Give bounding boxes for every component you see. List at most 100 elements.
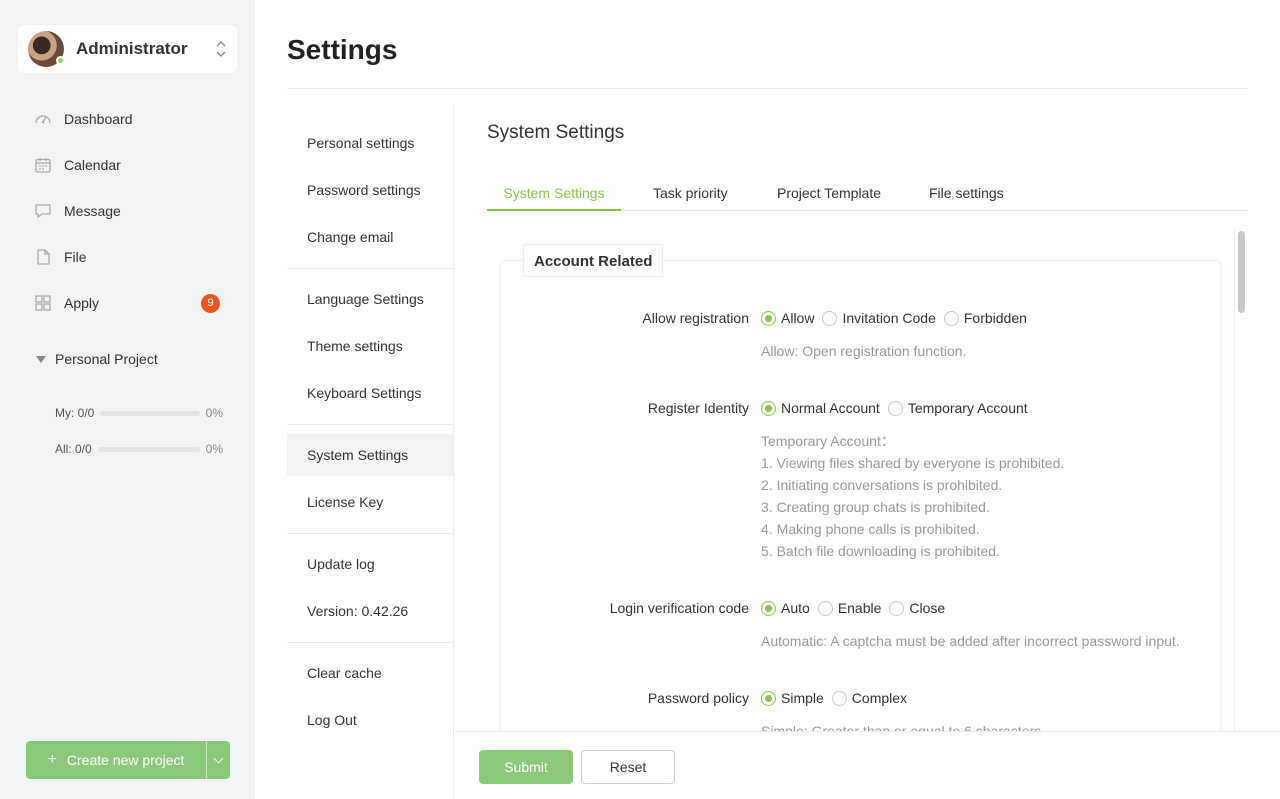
identity-hint-line: 2. Initiating conversations is prohibite… [761, 477, 1003, 493]
radio-circle [817, 600, 833, 616]
menu-item-personal-settings[interactable]: Personal settings [287, 122, 453, 164]
all-progress-percent: 0% [205, 442, 223, 456]
radio-label: Complex [851, 690, 908, 706]
radio-simple[interactable]: Simple [761, 690, 824, 706]
register-identity-radio-group: Normal Account Temporary Account [761, 400, 1036, 416]
menu-item-password-settings[interactable]: Password settings [287, 169, 453, 211]
radio-enable[interactable]: Enable [817, 600, 882, 616]
radio-close[interactable]: Close [889, 600, 945, 616]
radio-label: Forbidden [963, 310, 1027, 326]
calendar-icon [35, 158, 51, 173]
create-project-button[interactable]: + Create new project [26, 741, 206, 779]
radio-label: Invitation Code [842, 310, 936, 326]
menu-item-change-email[interactable]: Change email [287, 216, 453, 258]
my-progress-bar [100, 410, 200, 416]
personal-project-toggle[interactable]: Personal Project [36, 351, 158, 367]
menu-item-keyboard-settings[interactable]: Keyboard Settings [287, 372, 453, 414]
radio-complex[interactable]: Complex [831, 690, 908, 706]
scrollbar[interactable] [1234, 228, 1248, 731]
settings-tabs: System Settings Task priority Project Te… [487, 175, 1248, 211]
radio-label: Close [909, 600, 946, 616]
radio-allow[interactable]: Allow [761, 310, 814, 326]
radio-label: Enable [837, 600, 882, 616]
nav-label: Dashboard [64, 111, 133, 127]
all-progress: All: 0/0 0% [55, 441, 223, 457]
message-icon [35, 204, 51, 218]
radio-label: Temporary Account [907, 400, 1028, 416]
radio-normal-account[interactable]: Normal Account [761, 400, 880, 416]
identity-hint-line: 5. Batch file downloading is prohibited. [761, 543, 1000, 559]
main-nav: Dashboard Calendar Message File Apply 9 [26, 96, 226, 326]
menu-item-system-settings[interactable]: System Settings [287, 434, 453, 476]
my-progress: My: 0/0 0% [55, 405, 223, 421]
radio-forbidden[interactable]: Forbidden [943, 310, 1027, 326]
fieldset-legend: Account Related [523, 244, 664, 277]
radio-label: Normal Account [781, 400, 880, 416]
radio-circle [761, 690, 776, 706]
scrollbar-thumb[interactable] [1238, 231, 1245, 313]
nav-label: Calendar [64, 157, 121, 173]
nav-label: File [64, 249, 87, 265]
tab-system-settings[interactable]: System Settings [487, 175, 621, 211]
radio-invitation-code[interactable]: Invitation Code [822, 310, 936, 326]
allow-registration-radio-group: Allow Invitation Code Forbidden [761, 310, 1035, 326]
menu-item-language-settings[interactable]: Language Settings [287, 278, 453, 320]
menu-item-theme-settings[interactable]: Theme settings [287, 325, 453, 367]
nav-item-message[interactable]: Message [26, 188, 226, 234]
dashboard-icon [35, 115, 51, 124]
create-project-button-group: + Create new project [26, 741, 230, 779]
plus-icon: + [47, 751, 57, 768]
menu-item-clear-cache[interactable]: Clear cache [287, 652, 453, 694]
login-verification-radio-group: Auto Enable Close [761, 600, 953, 616]
chevron-up-down-icon[interactable] [215, 39, 227, 59]
settings-menu: Personal settings Password settings Chan… [287, 104, 454, 799]
create-project-dropdown[interactable] [206, 741, 230, 779]
menu-item-license-key[interactable]: License Key [287, 481, 453, 523]
nav-item-dashboard[interactable]: Dashboard [26, 96, 226, 142]
radio-circle [887, 400, 903, 416]
my-progress-label: My: 0/0 [55, 406, 95, 420]
nav-item-file[interactable]: File [26, 234, 226, 280]
settings-form-scroll-area[interactable]: Account Related Allow registration Allow… [487, 228, 1248, 731]
radio-auto[interactable]: Auto [761, 600, 810, 616]
version-label: Version: 0.42.26 [307, 603, 409, 619]
caret-down-icon [36, 355, 46, 363]
nav-item-calendar[interactable]: Calendar [26, 142, 226, 188]
create-project-label: Create new project [66, 752, 185, 768]
all-progress-label: All: 0/0 [55, 442, 92, 456]
identity-hint-line: 4. Making phone calls is prohibited. [761, 521, 980, 537]
divider [287, 642, 453, 643]
radio-circle [831, 690, 847, 706]
page-title: Settings [287, 34, 398, 65]
apply-badge: 9 [201, 294, 220, 313]
identity-hint-line: 3. Creating group chats is prohibited. [761, 499, 990, 515]
submit-button[interactable]: Submit [479, 750, 573, 784]
tab-file-settings[interactable]: File settings [929, 175, 1004, 211]
tab-project-template[interactable]: Project Template [777, 175, 881, 211]
apps-icon [35, 295, 51, 311]
divider [287, 533, 453, 534]
reset-button[interactable]: Reset [581, 750, 675, 784]
user-switcher[interactable]: Administrator [18, 25, 237, 73]
tab-task-priority[interactable]: Task priority [653, 175, 728, 211]
nav-label: Apply [64, 295, 100, 311]
menu-item-log-out[interactable]: Log Out [287, 699, 453, 741]
radio-temporary-account[interactable]: Temporary Account [887, 400, 1028, 416]
all-progress-bar [97, 446, 200, 452]
password-policy-radio-group: Simple Complex [761, 690, 915, 706]
identity-hint-line: 1. Viewing files shared by everyone is p… [761, 455, 1065, 471]
nav-item-apply[interactable]: Apply 9 [26, 280, 226, 326]
identity-hint: Temporary Account： 1. Viewing files shar… [761, 430, 1064, 562]
identity-hint-title: Temporary Account： [761, 433, 895, 449]
radio-label: Allow [781, 310, 815, 326]
login-verification-label: Login verification code [609, 600, 749, 616]
registration-hint: Allow: Open registration function. [761, 343, 967, 359]
radio-circle [889, 600, 905, 616]
menu-item-update-log[interactable]: Update log [287, 543, 453, 585]
radio-circle [761, 400, 776, 416]
divider [287, 424, 453, 425]
password-policy-label: Password policy [647, 690, 749, 706]
radio-circle [761, 310, 776, 326]
section-title: System Settings [487, 122, 625, 143]
radio-circle [822, 310, 838, 326]
